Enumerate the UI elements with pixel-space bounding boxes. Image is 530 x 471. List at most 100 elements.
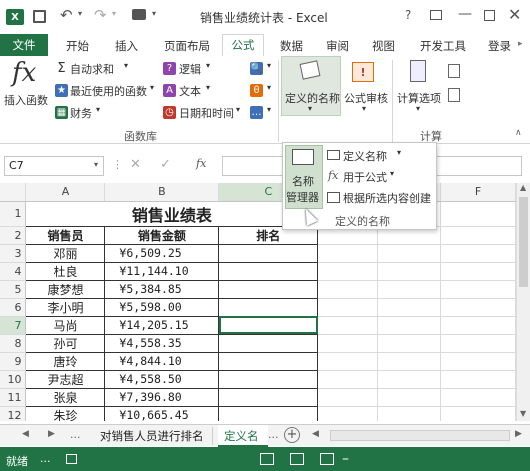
datetime-button[interactable]: 日期和时间 [179,105,234,121]
recent-dropdown-icon[interactable]: ▾ [150,83,154,92]
cell[interactable] [317,334,379,353]
scroll-down-icon[interactable]: ▼ [520,409,526,418]
enter-icon[interactable]: ✓ [160,157,171,172]
text-dropdown-icon[interactable]: ▾ [206,83,210,92]
select-all-corner[interactable] [0,183,27,202]
rank-cell[interactable] [218,405,319,421]
zoom-out-icon[interactable]: – [342,451,349,467]
rank-cell[interactable] [218,387,319,407]
amount-cell[interactable]: ¥11,144.10 [104,261,220,281]
tab-page-layout[interactable]: 页面布局 [164,38,210,54]
cell[interactable] [317,388,379,407]
cell[interactable] [377,406,442,421]
create-from-selection-item[interactable]: 根据所选内容创建 [343,190,431,206]
next-sheet-icon[interactable]: ▶ [48,429,55,439]
scroll-thumb[interactable] [519,197,528,287]
tab-file[interactable]: 文件 [0,34,48,56]
amount-cell[interactable]: ¥5,384.85 [104,279,220,299]
header-cell-salesperson[interactable]: 销售员 [25,225,106,245]
collapse-ribbon-icon[interactable]: ∧ [515,128,522,138]
autosum-button[interactable]: 自动求和 [70,61,114,77]
cell[interactable] [377,280,442,299]
column-header-f[interactable]: F [440,183,516,202]
insert-function-button[interactable]: 插入函数 [4,92,48,108]
cell[interactable] [317,244,379,263]
row-header[interactable]: 1 [0,201,27,227]
calc-now-icon[interactable] [448,64,460,78]
row-header[interactable]: 9 [0,352,27,371]
lookup-icon[interactable]: 🔍 [250,62,263,75]
row-header[interactable]: 5 [0,280,27,299]
scroll-up-icon[interactable]: ▲ [520,183,526,192]
rank-cell[interactable] [218,279,319,299]
tab-login[interactable]: 登录 [488,38,511,54]
cell[interactable] [440,370,516,389]
cell[interactable] [317,406,379,421]
add-sheet-icon[interactable]: + [284,427,300,443]
financial-dropdown-icon[interactable]: ▾ [96,105,100,114]
save-icon[interactable] [33,10,46,23]
cell[interactable] [317,262,379,281]
math-dropdown-icon[interactable]: ▾ [267,83,271,92]
cell[interactable] [317,298,379,317]
salesperson-cell[interactable]: 张泉 [25,387,106,407]
audit-dropdown-icon[interactable]: ▾ [362,104,366,113]
undo-dropdown-icon[interactable]: ▾ [78,9,82,18]
tab-insert[interactable]: 插入 [115,38,138,54]
tab-scroll-right-icon[interactable]: ▶ [515,429,522,439]
calc-sheet-icon[interactable] [448,88,460,102]
amount-cell[interactable]: ¥5,598.00 [104,297,220,317]
row-header[interactable]: 6 [0,298,27,317]
more-sheets-right[interactable]: ... [268,428,279,441]
salesperson-cell[interactable]: 邓丽 [25,243,106,263]
cell[interactable] [440,352,516,371]
prev-sheet-icon[interactable]: ◀ [22,429,29,439]
salesperson-cell[interactable]: 唐玲 [25,351,106,371]
cell[interactable] [440,298,516,317]
rank-cell[interactable] [218,297,319,317]
tab-developer[interactable]: 开发工具 [420,38,466,54]
sheet-tab-define-names[interactable]: 定义名 [218,425,268,447]
amount-cell[interactable]: ¥4,558.35 [104,333,220,353]
rank-cell[interactable] [218,333,319,353]
row-header[interactable]: 11 [0,388,27,407]
rank-cell[interactable] [218,315,319,335]
cell[interactable] [317,316,379,335]
text-button[interactable]: 文本 [179,83,201,99]
column-header-b[interactable]: B [104,183,220,202]
tab-scroll-icon[interactable]: ▸ [518,39,523,49]
normal-view-icon[interactable] [260,453,274,465]
financial-button[interactable]: 财务 [70,105,92,121]
tab-scroll-left-icon[interactable]: ◀ [312,429,319,439]
use-in-formula-dropdown-icon[interactable]: ▾ [390,169,394,178]
cell[interactable] [440,406,516,421]
page-break-view-icon[interactable] [320,453,334,465]
define-name-dropdown-icon[interactable]: ▾ [397,148,401,157]
row-header[interactable]: 7 [0,316,27,335]
lookup-dropdown-icon[interactable]: ▾ [267,61,271,70]
ribbon-display-icon[interactable] [430,10,442,20]
macro-record-icon[interactable] [66,454,77,464]
cell[interactable] [440,316,516,335]
cell[interactable] [377,244,442,263]
tab-review[interactable]: 审阅 [326,38,349,54]
header-cell-amount[interactable]: 销售金额 [104,225,220,245]
close-button[interactable]: ✕ [508,5,521,24]
cell[interactable] [317,280,379,299]
cell[interactable] [440,280,516,299]
cell[interactable] [440,226,516,245]
cell[interactable] [377,370,442,389]
insert-function-fx-icon[interactable]: fx [196,157,206,170]
customize-qat-icon[interactable]: ▾ [152,9,156,18]
redo-icon[interactable]: ↷ [94,6,107,24]
cell-grid[interactable]: A B C F 1 销售业绩表 2 销售员 销售金额 排名 3 邓丽 ¥6,509.… [0,183,516,421]
amount-cell[interactable]: ¥10,665.45 [104,405,220,421]
salesperson-cell[interactable]: 朱珍 [25,405,106,421]
minimize-button[interactable]: — [458,6,472,22]
recent-functions-button[interactable]: 最近使用的函数 [70,83,147,99]
more-functions-icon[interactable]: … [250,106,263,119]
cell[interactable] [440,244,516,263]
rank-cell[interactable] [218,369,319,389]
row-header[interactable]: 3 [0,244,27,263]
cell[interactable] [440,201,516,227]
